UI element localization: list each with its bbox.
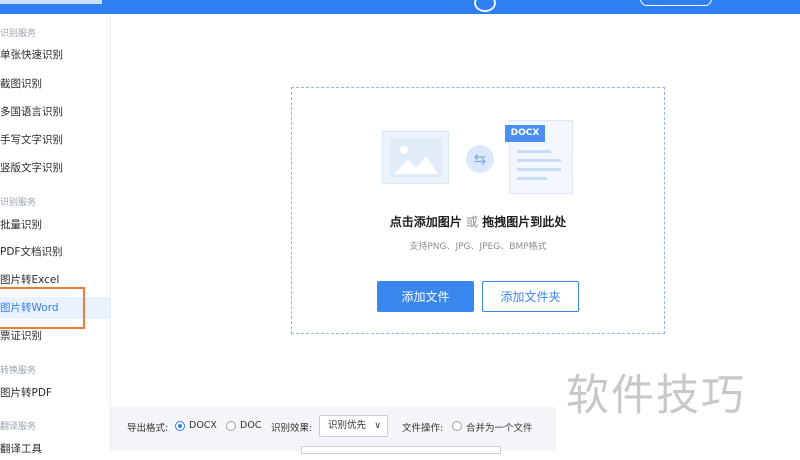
- output-path-input[interactable]: [301, 446, 501, 454]
- doc-radio[interactable]: [226, 421, 236, 431]
- chevron-down-icon: ∨: [374, 421, 381, 431]
- doc-option-label[interactable]: DOC: [240, 420, 261, 431]
- sidebar-item-to-pdf[interactable]: 图片转PDF: [0, 382, 110, 404]
- sidebar-item-multilang[interactable]: 多国语言识别: [0, 101, 110, 123]
- sidebar-item-handwriting[interactable]: 手写文字识别: [0, 129, 110, 151]
- export-format-label: 导出格式:: [127, 423, 169, 434]
- docx-radio[interactable]: [175, 421, 185, 431]
- top-bar: [0, 0, 800, 14]
- docx-badge: DOCX: [505, 125, 545, 142]
- sidebar-item-vertical[interactable]: 竖版文字识别: [0, 157, 110, 179]
- top-bar-button[interactable]: [640, 0, 712, 6]
- image-icon: [382, 131, 449, 184]
- convert-arrows-icon: ⇆: [466, 145, 494, 173]
- sidebar-section-recognition-2: 识别服务: [0, 198, 37, 208]
- sidebar: 识别服务 单张快速识别 截图识别 多国语言识别 手写文字识别 竖版文字识别 识别…: [0, 14, 111, 455]
- sidebar-section-convert: 转换服务: [0, 366, 37, 376]
- sidebar-item-word[interactable]: 图片转Word: [0, 297, 110, 319]
- sidebar-item-ticket[interactable]: 票证识别: [0, 325, 110, 347]
- sidebar-section-translate: 翻译服务: [0, 422, 37, 432]
- docx-option-label[interactable]: DOCX: [189, 420, 217, 431]
- app-logo: [0, 0, 102, 4]
- click-add-text: 点击添加图片: [389, 215, 462, 229]
- file-operation-label: 文件操作:: [402, 423, 444, 434]
- drop-zone[interactable]: [291, 87, 665, 334]
- watermark-text: 软件技巧: [566, 371, 746, 421]
- sidebar-item-translate[interactable]: 翻译工具: [0, 438, 110, 460]
- effect-label: 识别效果:: [271, 423, 313, 434]
- sidebar-section-recognition: 识别服务: [0, 29, 37, 39]
- user-avatar-icon[interactable]: [474, 0, 496, 12]
- effect-select[interactable]: 识别优先 ∨: [319, 415, 388, 437]
- effect-select-value: 识别优先: [328, 420, 367, 431]
- add-folder-button[interactable]: 添加文件夹: [482, 281, 579, 312]
- add-file-button[interactable]: 添加文件: [377, 281, 474, 312]
- sidebar-item-pdf[interactable]: PDF文档识别: [0, 241, 110, 263]
- sidebar-item-single-quick[interactable]: 单张快速识别: [0, 44, 110, 66]
- supported-formats: 支持PNG、JPG、JPEG、BMP格式: [409, 242, 547, 252]
- sidebar-item-excel[interactable]: 图片转Excel: [0, 269, 110, 291]
- or-text: 或: [465, 215, 478, 229]
- sidebar-item-batch[interactable]: 批量识别: [0, 214, 110, 236]
- dropzone-title: 点击添加图片 或 拖拽图片到此处: [291, 213, 665, 230]
- sidebar-item-screenshot[interactable]: 截图识别: [0, 73, 110, 95]
- drag-text: 拖拽图片到此处: [482, 215, 567, 229]
- merge-option-label[interactable]: 合并为一个文件: [466, 420, 533, 434]
- merge-radio[interactable]: [452, 421, 462, 431]
